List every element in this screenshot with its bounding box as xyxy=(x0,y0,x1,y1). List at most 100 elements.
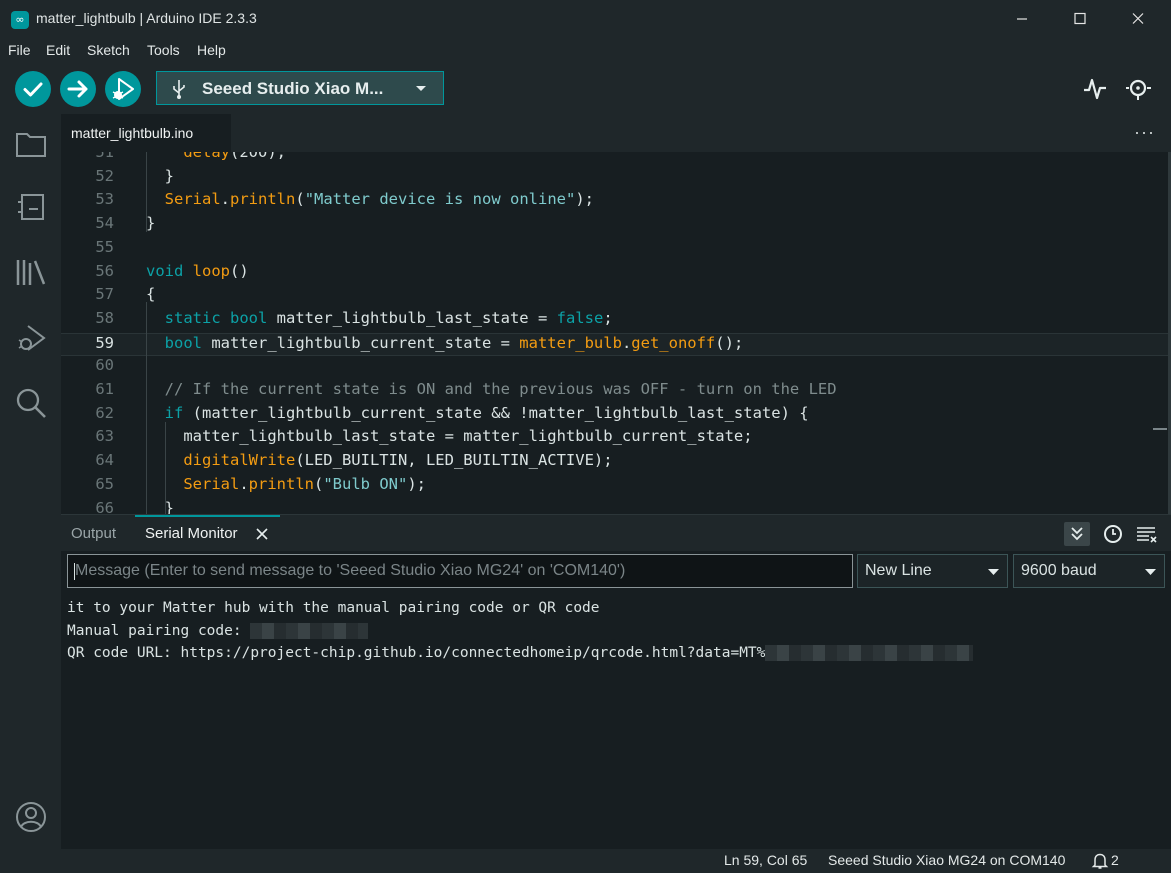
baud-rate-value: 9600 baud xyxy=(1021,562,1097,579)
code-line[interactable]: 64 digitalWrite(LED_BUILTIN, LED_BUILTIN… xyxy=(61,451,1171,475)
profile-icon[interactable] xyxy=(14,800,48,834)
code-line[interactable]: 61 // If the current state is ON and the… xyxy=(61,380,1171,404)
serial-monitor-icon[interactable] xyxy=(1124,76,1156,102)
line-ending-select[interactable]: New Line xyxy=(857,554,1008,588)
search-icon[interactable] xyxy=(14,386,48,420)
panel-tab-bar: Output Serial Monitor xyxy=(61,515,1171,551)
line-number: 58 xyxy=(95,308,114,327)
serial-output-line: Manual pairing code: xyxy=(67,622,973,646)
code-line[interactable]: 63 matter_lightbulb_last_state = matter_… xyxy=(61,427,1171,451)
clear-output-icon xyxy=(1137,527,1157,543)
code-line[interactable]: 54} xyxy=(61,214,1171,238)
tab-label: matter_lightbulb.ino xyxy=(71,125,194,141)
code-text: { xyxy=(146,285,156,304)
code-text: } xyxy=(146,166,174,185)
notification-count[interactable]: 2 xyxy=(1111,852,1119,868)
line-number: 64 xyxy=(95,451,114,470)
timestamp-toggle[interactable] xyxy=(1100,522,1126,546)
redacted-pairing-code xyxy=(250,622,369,639)
code-line[interactable]: 55 xyxy=(61,238,1171,262)
activity-sidebar xyxy=(0,114,61,849)
chevron-down-icon xyxy=(988,569,999,575)
serial-output-line: QR code URL: https://project-chip.github… xyxy=(67,645,974,668)
code-text: Serial.println("Bulb ON"); xyxy=(183,474,427,493)
code-text: bool matter_lightbulb_current_state = ma… xyxy=(164,333,744,352)
code-line[interactable]: 52 } xyxy=(61,167,1171,191)
menu-sketch[interactable]: Sketch xyxy=(87,42,130,58)
code-text: } xyxy=(146,214,156,233)
status-bar: Ln 59, Col 65 Seeed Studio Xiao MG24 on … xyxy=(0,849,1171,873)
indent-guide xyxy=(146,152,147,232)
close-icon xyxy=(1132,13,1144,24)
code-line[interactable]: 62 if (matter_lightbulb_current_state &&… xyxy=(61,404,1171,428)
clear-output-button[interactable] xyxy=(1133,522,1159,546)
code-text: } xyxy=(146,498,174,515)
active-tab-indicator xyxy=(135,515,280,517)
line-number: 56 xyxy=(95,261,114,280)
clock-icon xyxy=(1104,525,1122,543)
board-port-status[interactable]: Seeed Studio Xiao MG24 on COM140 xyxy=(828,852,1065,868)
more-actions-icon[interactable]: ··· xyxy=(1134,122,1155,143)
redacted-qr-data xyxy=(765,645,974,662)
board-selector[interactable]: Seeed Studio Xiao M... xyxy=(156,71,444,105)
maximize-icon xyxy=(1074,12,1086,25)
boards-manager-icon[interactable] xyxy=(14,190,48,224)
tab-serial-monitor[interactable]: Serial Monitor xyxy=(145,525,238,542)
line-number: 66 xyxy=(95,498,114,515)
line-number: 59 xyxy=(95,333,114,352)
code-line[interactable]: 53 Serial.println("Matter device is now … xyxy=(61,190,1171,214)
code-line[interactable]: 51 delay(200); xyxy=(61,152,1171,167)
serial-plotter-icon[interactable] xyxy=(1082,76,1108,102)
cursor-position[interactable]: Ln 59, Col 65 xyxy=(724,852,807,868)
editor-tab-bar: matter_lightbulb.ino ··· xyxy=(61,114,1171,152)
bell-icon[interactable] xyxy=(1091,852,1109,869)
code-line[interactable]: 60 xyxy=(61,356,1171,380)
baud-rate-select[interactable]: 9600 baud xyxy=(1013,554,1165,588)
code-text: matter_lightbulb_last_state = matter_lig… xyxy=(146,427,753,446)
menu-help[interactable]: Help xyxy=(197,42,226,58)
verify-button[interactable] xyxy=(15,71,51,107)
indent-guide xyxy=(146,302,147,514)
code-line[interactable]: 57 { xyxy=(61,285,1171,309)
tab-output[interactable]: Output xyxy=(71,525,116,542)
sketchbook-icon[interactable] xyxy=(14,126,48,160)
debug-sidebar-icon[interactable] xyxy=(14,322,48,356)
arduino-logo-icon: ∞ xyxy=(11,11,29,29)
serial-output-line: it to your Matter hub with the manual pa… xyxy=(67,600,600,616)
indent-guide xyxy=(165,422,166,514)
code-line[interactable]: 59 bool matter_lightbulb_current_state =… xyxy=(61,332,1171,357)
line-number: 60 xyxy=(95,356,114,375)
code-line[interactable]: 65 Serial.println("Bulb ON"); xyxy=(61,475,1171,499)
menu-file[interactable]: File xyxy=(8,42,31,58)
line-ending-value: New Line xyxy=(865,562,932,579)
toolbar: Seeed Studio Xiao M... xyxy=(0,64,1171,114)
code-line[interactable]: 58 static bool matter_lightbulb_last_sta… xyxy=(61,309,1171,333)
close-tab-icon[interactable] xyxy=(256,528,268,540)
serial-message-input[interactable]: Message (Enter to send message to 'Seeed… xyxy=(67,554,853,588)
upload-button[interactable] xyxy=(60,71,96,107)
line-number: 57 xyxy=(95,285,114,304)
close-window-button[interactable] xyxy=(1116,0,1162,38)
tab-matter-lightbulb[interactable]: matter_lightbulb.ino xyxy=(61,114,231,152)
line-number: 65 xyxy=(95,474,114,493)
menu-tools[interactable]: Tools xyxy=(147,42,180,58)
line-number: 55 xyxy=(95,237,114,256)
line-number: 62 xyxy=(95,403,114,422)
minimize-button[interactable] xyxy=(1000,0,1046,38)
code-text: digitalWrite(LED_BUILTIN, LED_BUILTIN_AC… xyxy=(183,451,613,470)
debug-icon xyxy=(112,78,134,100)
upload-icon xyxy=(67,80,88,98)
library-manager-icon[interactable] xyxy=(14,255,48,289)
code-line[interactable]: 56 void loop() xyxy=(61,262,1171,286)
debug-button[interactable] xyxy=(105,71,141,107)
autoscroll-toggle[interactable] xyxy=(1064,522,1090,546)
code-line[interactable]: 66 } xyxy=(61,499,1171,515)
code-editor[interactable]: 66 } 65 Serial.println("Bulb ON"); 64 digi… xyxy=(61,152,1171,514)
line-number: 52 xyxy=(95,166,114,185)
maximize-button[interactable] xyxy=(1058,0,1104,38)
menu-edit[interactable]: Edit xyxy=(46,42,70,58)
line-number: 54 xyxy=(95,214,114,233)
menu-bar: File Edit Sketch Tools Help xyxy=(0,38,1171,64)
serial-message-placeholder: Message (Enter to send message to 'Seeed… xyxy=(75,562,626,579)
double-chevron-down-icon xyxy=(1071,527,1083,541)
